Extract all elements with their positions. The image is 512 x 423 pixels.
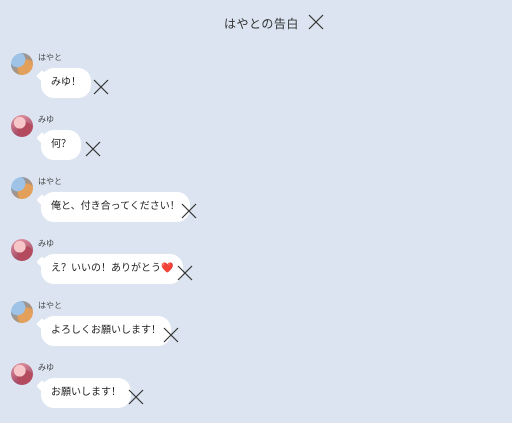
- message-bubble[interactable]: 俺と、付き合ってください！: [41, 192, 190, 222]
- avatar[interactable]: [11, 115, 33, 137]
- message-text: みゆ！: [51, 77, 81, 88]
- message-text: え？いいの！ありがとう: [51, 263, 161, 274]
- message-row: みゆ お願いします！: [0, 363, 512, 421]
- avatar[interactable]: [11, 363, 33, 385]
- sender-name: みゆ: [38, 239, 54, 248]
- chat-screen: はやとの告白 はやと みゆ！ みゆ 何？ はやと 俺と、付き合ってください！ み…: [0, 0, 512, 423]
- delete-message-icon[interactable]: [127, 388, 145, 406]
- delete-message-icon[interactable]: [176, 264, 194, 282]
- chat-header: はやとの告白: [0, 10, 512, 36]
- delete-message-icon[interactable]: [92, 78, 110, 96]
- message-row: はやと みゆ！: [0, 53, 512, 111]
- message-text: よろしくお願いします！: [51, 325, 161, 336]
- delete-message-icon[interactable]: [162, 326, 180, 344]
- avatar[interactable]: [11, 53, 33, 75]
- avatar[interactable]: [11, 301, 33, 323]
- message-row: はやと よろしくお願いします！: [0, 301, 512, 359]
- delete-message-icon[interactable]: [180, 202, 198, 220]
- avatar[interactable]: [11, 239, 33, 261]
- message-bubble[interactable]: よろしくお願いします！: [41, 316, 171, 346]
- message-bubble[interactable]: お願いします！: [41, 378, 131, 408]
- sender-name: はやと: [38, 53, 62, 62]
- sender-name: はやと: [38, 301, 62, 310]
- chat-title: はやとの告白: [224, 17, 299, 31]
- message-row: みゆ え？いいの！ありがとう❤️: [0, 239, 512, 297]
- message-bubble[interactable]: みゆ！: [41, 68, 91, 98]
- sender-name: みゆ: [38, 115, 54, 124]
- close-icon[interactable]: [307, 13, 325, 31]
- avatar[interactable]: [11, 177, 33, 199]
- heart-emoji: ❤️: [161, 263, 174, 274]
- message-text: 俺と、付き合ってください！: [51, 201, 180, 212]
- sender-name: みゆ: [38, 363, 54, 372]
- message-row: はやと 俺と、付き合ってください！: [0, 177, 512, 235]
- message-bubble[interactable]: 何？: [41, 130, 81, 160]
- message-text: お願いします！: [51, 387, 121, 398]
- sender-name: はやと: [38, 177, 62, 186]
- message-row: みゆ 何？: [0, 115, 512, 173]
- message-text: 何？: [51, 139, 71, 150]
- message-bubble[interactable]: え？いいの！ありがとう❤️: [41, 254, 184, 284]
- delete-message-icon[interactable]: [84, 140, 102, 158]
